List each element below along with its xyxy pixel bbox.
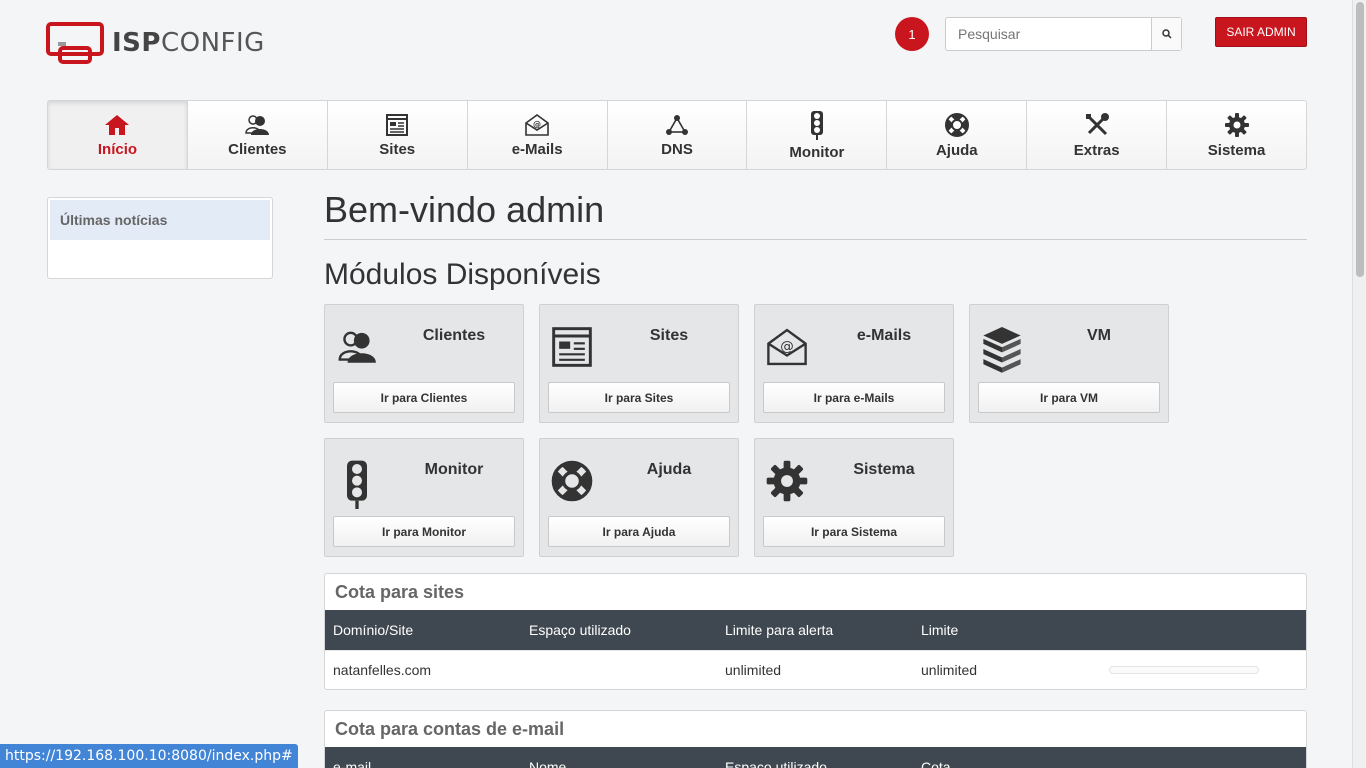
traffic-light-icon: [810, 110, 823, 140]
nav-item-clientes[interactable]: Clientes: [188, 101, 328, 169]
lifebuoy-icon: [944, 112, 969, 137]
nav-item-extras[interactable]: Extras: [1027, 101, 1168, 169]
main-content: Bem-vindo admin Módulos Disponíveis Clie…: [324, 185, 1307, 768]
nav-label: Início: [97, 140, 138, 158]
nav-label: Clientes: [228, 140, 287, 158]
nav-label: DNS: [661, 140, 693, 158]
scrollbar-thumb[interactable]: [1356, 2, 1364, 277]
go-to-vm-button[interactable]: Ir para VM: [978, 382, 1160, 413]
status-bar-url: https://192.168.100.10:8080/index.php#: [0, 744, 298, 768]
search-icon: [1161, 29, 1172, 39]
go-to-clientes-button[interactable]: Ir para Clientes: [333, 382, 515, 413]
go-to-sites-button[interactable]: Ir para Sites: [548, 382, 730, 413]
module-sites: Sites Ir para Sites: [539, 304, 739, 423]
column-header: Cota: [921, 759, 951, 768]
module-sistema: Sistema Ir para Sistema: [754, 438, 954, 557]
ispconfig-logo[interactable]: ISPCONFIG: [46, 22, 265, 64]
monitor-logo-icon: [46, 22, 104, 64]
column-header: Espaço utilizado: [529, 622, 631, 638]
page-title: Bem-vindo admin: [324, 185, 1307, 240]
column-header: Espaço utilizado: [725, 759, 827, 768]
cell-limit: unlimited: [921, 661, 978, 678]
search-input[interactable]: [946, 18, 1151, 50]
nav-label: e-Mails: [511, 140, 563, 158]
sidebar-item-news[interactable]: Últimas notícias: [50, 200, 270, 240]
nav-label: Monitor: [789, 143, 845, 161]
logout-button[interactable]: SAIR ADMIN: [1215, 17, 1307, 47]
email-quota-panel: Cota para contas de e-mail e-mail Nome E…: [324, 710, 1307, 768]
dns-icon: [666, 114, 688, 135]
logo-text-bold: ISP: [112, 28, 161, 58]
module-title: VM: [1087, 327, 1111, 344]
table-header: Domínio/Site Espaço utilizado Limite par…: [325, 610, 1306, 650]
main-navigation: Início Clientes Sites @ e-Mails DNS Moni…: [47, 100, 1307, 170]
go-to-monitor-button[interactable]: Ir para Monitor: [333, 516, 515, 547]
web-page-icon: [552, 327, 592, 367]
column-header: Limite para alerta: [725, 622, 834, 638]
mail-icon: @: [525, 113, 549, 136]
logo-text-regular: CONFIG: [160, 28, 265, 58]
nav-label: Sistema: [1207, 141, 1266, 159]
notification-badge[interactable]: 1: [895, 17, 929, 51]
module-title: Clientes: [422, 327, 486, 344]
module-ajuda: Ajuda Ir para Ajuda: [539, 438, 739, 557]
table-row: natanfelles.com unlimited unlimited: [325, 650, 1306, 688]
column-header: Domínio/Site: [333, 622, 414, 638]
tools-icon: [1085, 112, 1109, 135]
header: ISPCONFIG 1 SAIR ADMIN: [0, 0, 1352, 90]
panel-title: Cota para sites: [335, 582, 465, 602]
go-to-sistema-button[interactable]: Ir para Sistema: [763, 516, 945, 547]
column-header: e-mail: [333, 759, 372, 768]
web-page-icon: [386, 113, 409, 136]
nav-label: Sites: [379, 140, 416, 158]
nav-item-monitor[interactable]: Monitor: [747, 101, 888, 169]
panel-title: Cota para contas de e-mail: [335, 719, 565, 739]
go-to-emails-button[interactable]: Ir para e-Mails: [763, 382, 945, 413]
column-header: Nome: [529, 759, 567, 768]
column-header: Limite: [921, 622, 959, 638]
module-title: Sites: [649, 327, 689, 344]
gear-icon: [1224, 112, 1249, 137]
search-box: [945, 17, 1182, 51]
module-title: Sistema: [853, 461, 915, 478]
module-clientes: Clientes Ir para Clientes: [324, 304, 524, 423]
home-icon: [105, 114, 130, 135]
modules-title: Módulos Disponíveis: [324, 258, 601, 291]
module-title: Monitor: [424, 461, 484, 478]
nav-item-inicio[interactable]: Início: [48, 101, 188, 169]
lifebuoy-icon: [551, 460, 593, 502]
usage-progress-bar: [1109, 665, 1259, 674]
traffic-light-icon: [347, 460, 367, 509]
nav-item-dns[interactable]: DNS: [608, 101, 748, 169]
cell-domain: natanfelles.com: [333, 661, 432, 678]
module-monitor: Monitor Ir para Monitor: [324, 438, 524, 557]
users-icon: [245, 114, 270, 135]
module-title: Ajuda: [646, 461, 692, 478]
nav-item-emails[interactable]: @ e-Mails: [468, 101, 608, 169]
cell-alert-limit: unlimited: [725, 661, 782, 678]
server-stack-icon: [983, 327, 1021, 373]
svg-text:@: @: [533, 120, 541, 129]
search-button[interactable]: [1151, 18, 1181, 50]
nav-label: Extras: [1073, 141, 1120, 159]
nav-item-sistema[interactable]: Sistema: [1167, 101, 1306, 169]
module-vm: VM Ir para VM: [969, 304, 1169, 423]
table-header: e-mail Nome Espaço utilizado Cota: [325, 747, 1306, 768]
module-emails: @ e-Mails Ir para e-Mails: [754, 304, 954, 423]
vertical-scrollbar[interactable]: [1352, 0, 1366, 768]
mail-icon: @: [767, 328, 807, 366]
nav-item-sites[interactable]: Sites: [328, 101, 468, 169]
module-title: e-Mails: [856, 327, 912, 344]
svg-text:@: @: [780, 338, 794, 354]
sidebar: Últimas notícias: [47, 197, 273, 279]
nav-item-ajuda[interactable]: Ajuda: [887, 101, 1028, 169]
gear-icon: [766, 460, 808, 502]
users-icon: [338, 331, 376, 363]
go-to-ajuda-button[interactable]: Ir para Ajuda: [548, 516, 730, 547]
nav-label: Ajuda: [935, 141, 978, 159]
site-quota-panel: Cota para sites Domínio/Site Espaço util…: [324, 573, 1307, 690]
